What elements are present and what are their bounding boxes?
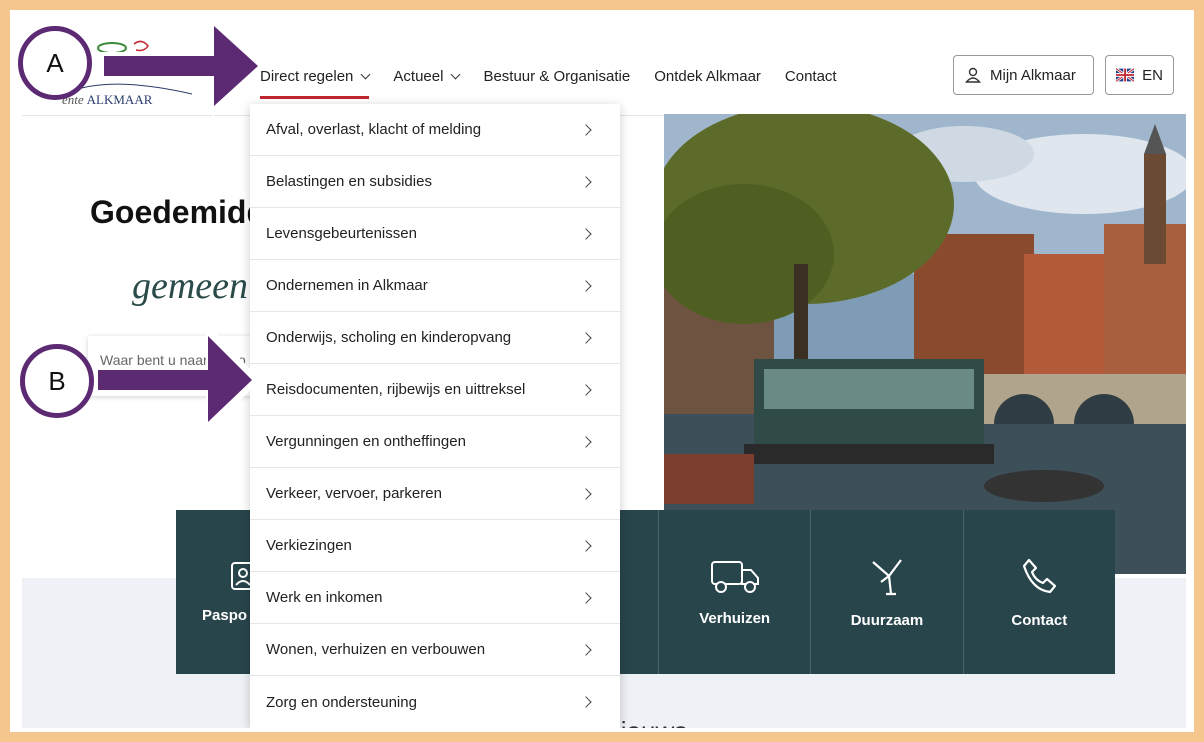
chevron-right-icon — [580, 487, 592, 500]
truck-icon — [710, 560, 759, 593]
menu-item-belastingen[interactable]: Belastingen en subsidies — [250, 156, 620, 208]
menu-item-zorg[interactable]: Zorg en ondersteuning — [250, 676, 620, 728]
menu-item-verkiezingen[interactable]: Verkiezingen — [250, 520, 620, 572]
chevron-right-icon — [580, 643, 592, 656]
nav-direct-regelen[interactable]: Direct regelen — [260, 66, 371, 99]
menu-item-reisdocumenten[interactable]: Reisdocumenten, rijbewijs en uittreksel — [250, 364, 620, 416]
menu-item-label: Reisdocumenten, rijbewijs en uittreksel — [266, 381, 526, 398]
nav-contact[interactable]: Contact — [785, 66, 837, 86]
annotation-b-label: B — [48, 365, 66, 396]
annotation-a-marker: A — [18, 26, 92, 100]
mijn-alkmaar-button[interactable]: Mijn Alkmaar — [953, 55, 1094, 95]
chevron-down-icon — [360, 69, 371, 79]
nav-label: Contact — [784, 67, 837, 85]
windmill-icon — [872, 558, 902, 595]
nav-label: Actueel — [393, 67, 444, 85]
menu-item-wonen[interactable]: Wonen, verhuizen en verbouwen — [250, 624, 620, 676]
menu-item-label: Verkeer, vervoer, parkeren — [266, 485, 442, 502]
nav-ontdek[interactable]: Ontdek Alkmaar — [654, 66, 761, 86]
language-button[interactable]: EN — [1105, 55, 1174, 95]
menu-item-label: Belastingen en subsidies — [266, 173, 432, 190]
hero-subtitle: gemeen — [132, 265, 249, 307]
tile-label: Verhuizen — [699, 609, 771, 627]
menu-item-label: Wonen, verhuizen en verbouwen — [266, 641, 486, 658]
chevron-right-icon — [580, 279, 592, 292]
chevron-right-icon — [580, 123, 592, 136]
tile-label: Duurzaam — [850, 611, 924, 629]
chevron-right-icon — [580, 383, 592, 396]
tile-verhuizen[interactable]: Verhuizen — [659, 510, 812, 674]
menu-item-afval[interactable]: Afval, overlast, klacht of melding — [250, 104, 620, 156]
page: ente ALKMAAR Direct regelen Actueel Bestu… — [22, 18, 1186, 728]
nav-actueel[interactable]: Actueel — [393, 66, 461, 86]
nav-bestuur[interactable]: Bestuur & Organisatie — [483, 66, 630, 86]
menu-item-label: Verkiezingen — [266, 537, 352, 554]
main-nav: Direct regelen Actueel Bestuur & Organis… — [260, 66, 861, 99]
logo-name: ALKMAAR — [86, 92, 153, 107]
tile-duurzaam[interactable]: Duurzaam — [811, 510, 964, 674]
chevron-right-icon — [580, 539, 592, 552]
chevron-right-icon — [580, 696, 592, 708]
menu-item-werk[interactable]: Werk en inkomen — [250, 572, 620, 624]
annotation-b-marker: B — [20, 344, 94, 418]
uk-flag-icon — [1116, 68, 1135, 82]
hero-greeting: Goedemidd — [90, 194, 267, 230]
menu-item-label: Ondernemen in Alkmaar — [266, 277, 428, 294]
chevron-right-icon — [580, 591, 592, 604]
menu-item-label: Afval, overlast, klacht of melding — [266, 121, 482, 138]
hero-photo — [664, 114, 1186, 574]
user-icon — [965, 67, 981, 83]
logo-wordmark: ente ALKMAAR — [62, 92, 152, 108]
menu-item-label: Vergunningen en ontheffingen — [266, 433, 466, 450]
screenshot-frame: ente ALKMAAR Direct regelen Actueel Bestu… — [10, 10, 1194, 732]
menu-item-label: Onderwijs, scholing en kinderopvang — [266, 329, 512, 346]
tile-contact[interactable]: Contact — [964, 510, 1115, 674]
menu-item-ondernemen[interactable]: Ondernemen in Alkmaar — [250, 260, 620, 312]
direct-regelen-dropdown: Afval, overlast, klacht of melding Belas… — [250, 104, 620, 728]
chevron-right-icon — [580, 331, 592, 344]
annotation-a-label: A — [46, 47, 64, 78]
nav-label: Direct regelen — [260, 67, 354, 85]
canal-photo-image — [664, 114, 1186, 574]
menu-item-vergunningen[interactable]: Vergunningen en ontheffingen — [250, 416, 620, 468]
search-placeholder: Waar bent u naar op zo — [100, 352, 246, 368]
menu-item-levensgebeurtenissen[interactable]: Levensgebeurtenissen — [250, 208, 620, 260]
site-header: ente ALKMAAR Direct regelen Actueel Bestu… — [22, 18, 1186, 116]
nav-label: Bestuur & Organisatie — [483, 67, 631, 85]
menu-item-onderwijs[interactable]: Onderwijs, scholing en kinderopvang — [250, 312, 620, 364]
menu-item-label: Levensgebeurtenissen — [266, 225, 417, 242]
chevron-right-icon — [580, 435, 592, 448]
mijn-alkmaar-label: Mijn Alkmaar — [990, 66, 1076, 84]
menu-item-label: Werk en inkomen — [266, 589, 383, 606]
chevron-down-icon — [450, 69, 461, 79]
search-input[interactable]: Waar bent u naar op zo — [88, 336, 268, 396]
language-label: EN — [1142, 66, 1163, 84]
chevron-right-icon — [580, 175, 592, 188]
chevron-right-icon — [580, 227, 592, 240]
menu-item-label: Zorg en ondersteuning — [266, 693, 417, 711]
menu-item-verkeer[interactable]: Verkeer, vervoer, parkeren — [250, 468, 620, 520]
nav-label: Ontdek Alkmaar — [654, 67, 761, 85]
tile-label: Contact — [1011, 611, 1068, 629]
phone-icon — [1023, 558, 1057, 593]
